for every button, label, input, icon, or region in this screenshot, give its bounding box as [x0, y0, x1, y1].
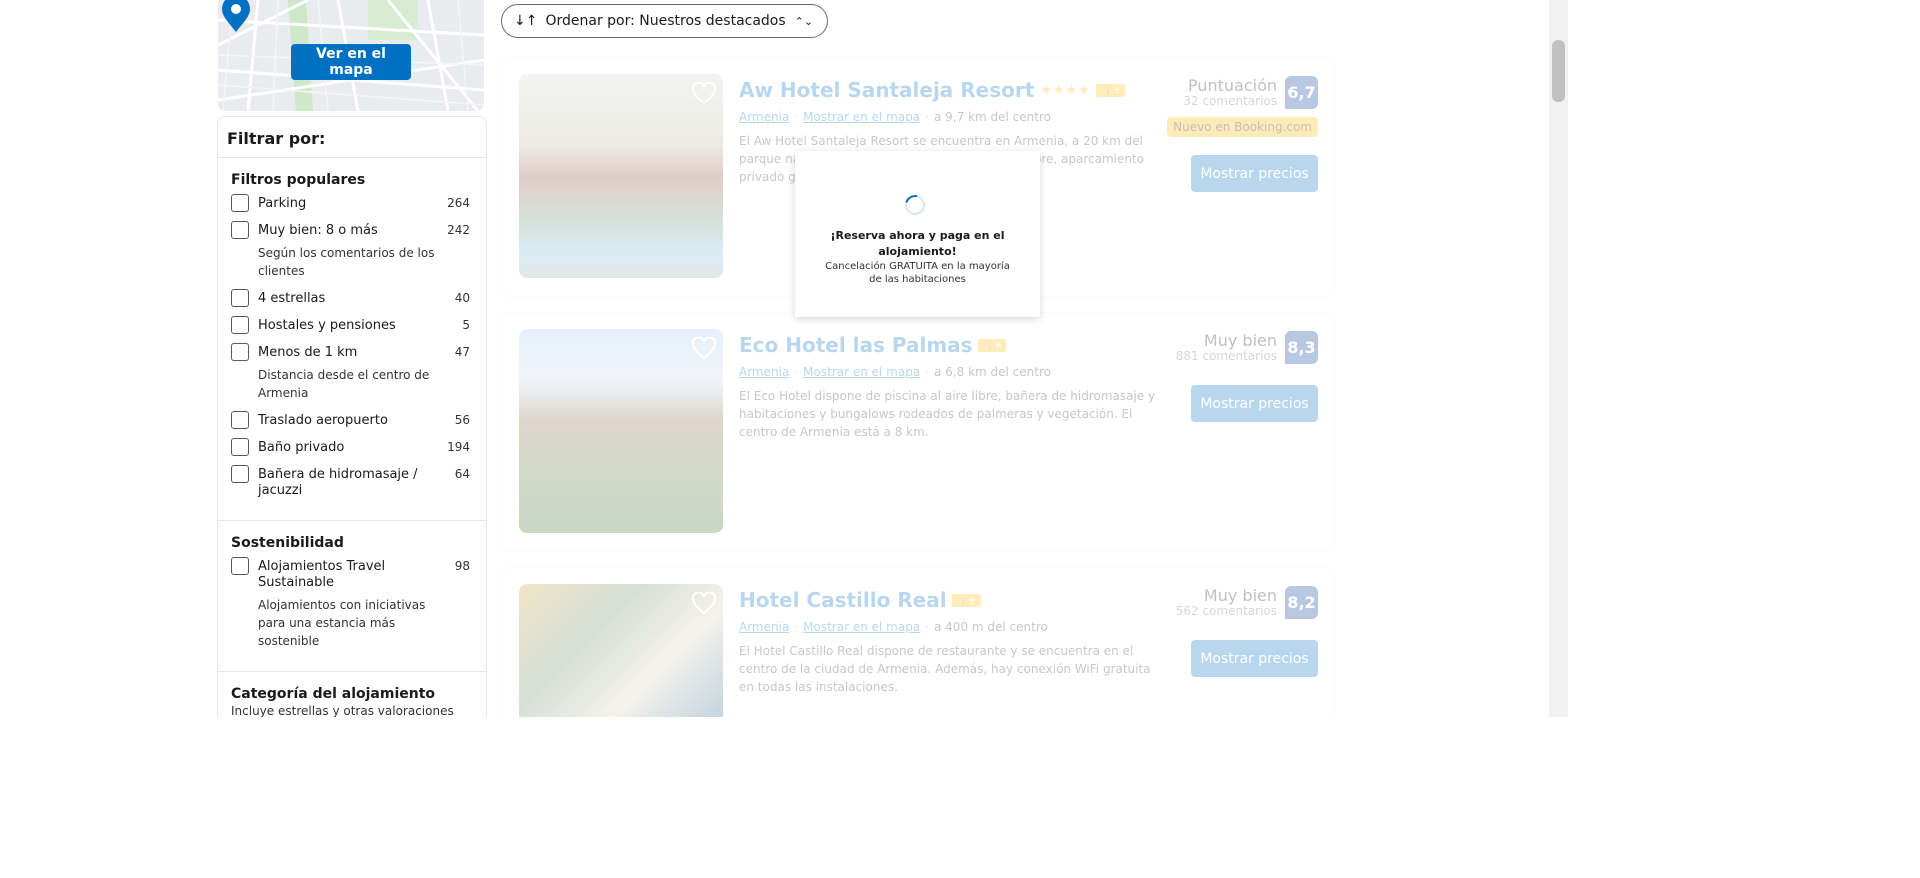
- filter-checkbox[interactable]: [231, 316, 249, 334]
- sort-dropdown[interactable]: ↓↑ Ordenar por: Nuestros destacados ⌃⌄: [501, 4, 829, 38]
- filters-panel: Filtrar por: Filtros populares Parking 26…: [217, 116, 487, 717]
- section-title: Categoría del alojamiento: [231, 686, 436, 702]
- map-preview[interactable]: Ver en el mapa: [218, 0, 484, 111]
- filter-option[interactable]: Baño privado 194: [231, 438, 470, 456]
- sustainability-section: Sostenibilidad Alojamientos Travel Susta…: [218, 521, 486, 672]
- filter-option[interactable]: Traslado aeropuerto 56: [231, 411, 470, 429]
- filter-label-text: Baño privado: [258, 440, 345, 455]
- filter-count: 40: [454, 291, 470, 305]
- filter-count: 47: [454, 345, 470, 359]
- filter-label: Traslado aeropuerto: [258, 413, 449, 429]
- sort-label: Ordenar por: Nuestros destacados: [545, 13, 786, 29]
- sort-icon: ↓↑: [514, 13, 538, 29]
- filter-count: 242: [447, 223, 470, 237]
- filter-count: 64: [454, 467, 470, 481]
- filter-label-text: Muy bien: 8 o más: [258, 223, 378, 238]
- filter-label: Baño privado: [258, 440, 441, 456]
- filter-label-text: Bañera de hidromasaje / jacuzzi: [258, 467, 418, 498]
- filter-count: 194: [447, 440, 470, 454]
- category-section: Categoría del alojamiento Incluye estrel…: [218, 672, 486, 717]
- filter-label-text: Alojamientos Travel Sustainable: [258, 559, 386, 590]
- filter-count: 264: [447, 196, 470, 210]
- filter-count: 56: [454, 413, 470, 427]
- filter-label: Hostales y pensiones: [258, 318, 456, 334]
- filter-checkbox[interactable]: [231, 343, 249, 361]
- filter-checkbox[interactable]: [231, 221, 249, 239]
- filter-label: 4 estrellas: [258, 291, 449, 307]
- loading-dialog: ¡Reserva ahora y paga en el alojamiento!…: [795, 151, 1040, 317]
- show-on-map-button[interactable]: Ver en el mapa: [291, 44, 411, 80]
- filter-label: Alojamientos Travel Sustainable Alojamien…: [258, 559, 449, 650]
- loading-title: ¡Reserva ahora y paga en el alojamiento!: [830, 229, 1005, 258]
- popular-filters-section: Filtros populares Parking 264 Muy bien: 8 …: [218, 158, 486, 521]
- filter-count: 98: [454, 559, 470, 573]
- filter-option[interactable]: Parking 264: [231, 194, 470, 212]
- filter-count: 5: [462, 318, 470, 332]
- filter-sublabel: Alojamientos con iniciativas para una es…: [258, 598, 426, 648]
- filter-option[interactable]: Muy bien: 8 o más Según los comentarios d…: [231, 221, 470, 280]
- filter-label: Parking: [258, 196, 441, 212]
- chevron-up-down-icon: ⌃⌄: [794, 14, 814, 28]
- filter-label-text: 4 estrellas: [258, 291, 326, 306]
- filter-checkbox[interactable]: [231, 411, 249, 429]
- section-title: Sostenibilidad: [231, 535, 344, 551]
- filter-label: Menos de 1 km Distancia desde el centro d…: [258, 345, 449, 402]
- section-title: Filtros populares: [231, 172, 366, 188]
- filter-option[interactable]: Menos de 1 km Distancia desde el centro d…: [231, 343, 470, 402]
- filter-option[interactable]: Hostales y pensiones 5: [231, 316, 470, 334]
- filter-label-text: Traslado aeropuerto: [258, 413, 388, 428]
- filter-sublabel: Según los comentarios de los clientes: [258, 246, 435, 278]
- filter-label-text: Hostales y pensiones: [258, 318, 396, 333]
- section-subtitle: Incluye estrellas y otras valoraciones: [231, 704, 454, 717]
- filter-label: Bañera de hidromasaje / jacuzzi: [258, 467, 449, 499]
- filter-option[interactable]: Bañera de hidromasaje / jacuzzi 64: [231, 465, 470, 499]
- filter-option[interactable]: 4 estrellas 40: [231, 289, 470, 307]
- loading-overlay: [488, 44, 1348, 717]
- filters-title: Filtrar por:: [218, 117, 486, 158]
- filter-checkbox[interactable]: [231, 557, 249, 575]
- filter-checkbox[interactable]: [231, 465, 249, 483]
- filter-label-text: Parking: [258, 196, 307, 211]
- filter-checkbox[interactable]: [231, 194, 249, 212]
- filter-label-text: Menos de 1 km: [258, 345, 358, 360]
- map-pin-icon: [222, 0, 250, 32]
- spinner-icon: [901, 191, 929, 219]
- filter-option[interactable]: Alojamientos Travel Sustainable Alojamien…: [231, 557, 470, 650]
- filter-checkbox[interactable]: [231, 438, 249, 456]
- loading-subtitle: Cancelación GRATUITA en la mayoría de la…: [825, 261, 1010, 285]
- scrollbar-thumb[interactable]: [1552, 40, 1565, 102]
- filter-label: Muy bien: 8 o más Según los comentarios d…: [258, 223, 441, 280]
- filter-checkbox[interactable]: [231, 289, 249, 307]
- search-results-page: Ver en el mapa Filtrar por: Filtros popu…: [0, 0, 1568, 717]
- filter-sublabel: Distancia desde el centro de Armenia: [258, 368, 430, 400]
- page-scrollbar[interactable]: [1549, 0, 1568, 717]
